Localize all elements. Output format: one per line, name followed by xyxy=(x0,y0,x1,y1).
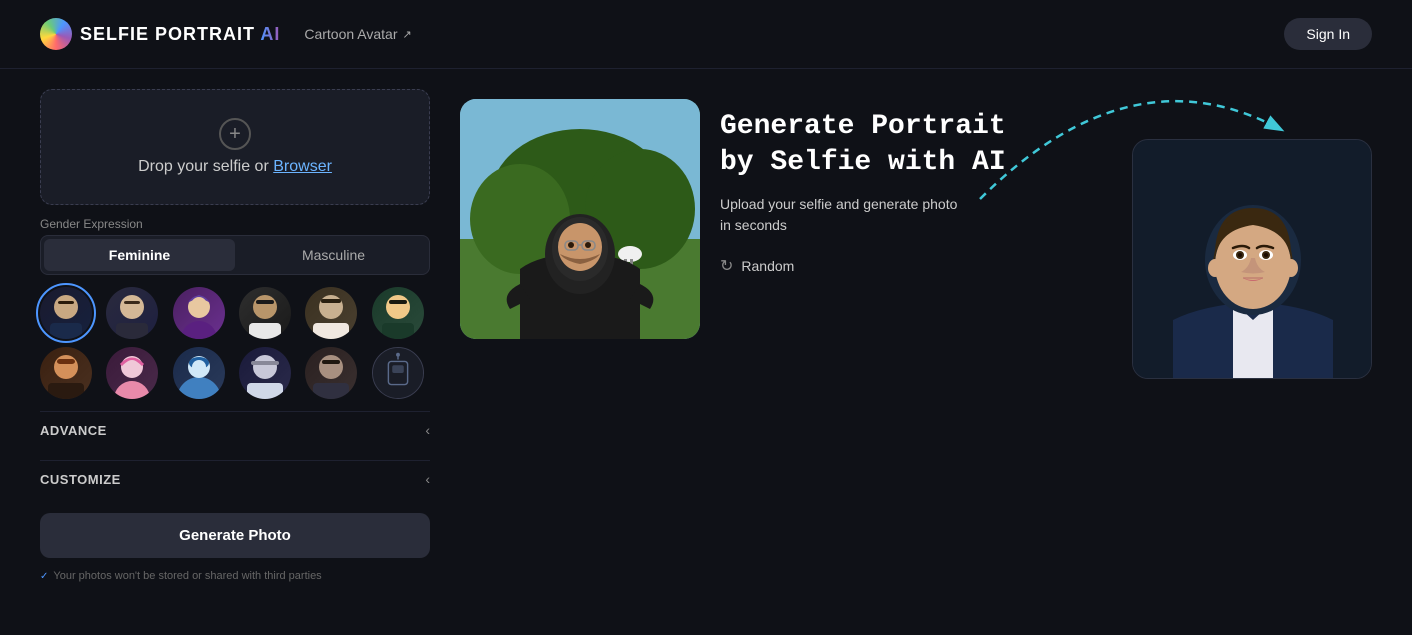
sign-in-button[interactable]: Sign In xyxy=(1284,18,1372,50)
avatar-item[interactable] xyxy=(40,287,92,339)
random-icon: ↻ xyxy=(720,256,733,276)
hero-title-text: Generate Portrait by Selfie with AI xyxy=(720,111,1006,178)
portrait-result xyxy=(1132,139,1372,379)
logo[interactable]: SELFIE PORTRAIT AI xyxy=(40,18,280,50)
plus-symbol: + xyxy=(229,123,241,146)
hero-subtitle: Upload your selfie and generate photo in… xyxy=(720,194,1112,236)
hero-title: Generate Portrait by Selfie with AI xyxy=(720,109,1112,182)
advance-section[interactable]: ADVANCE ‹ xyxy=(40,411,430,448)
avatar-item[interactable] xyxy=(106,347,158,399)
upload-text: Drop your selfie or Browser xyxy=(138,158,332,176)
main-content: + Drop your selfie or Browser Gender Exp… xyxy=(0,69,1412,635)
logo-icon xyxy=(40,18,72,50)
logo-portrait: PORTRAIT xyxy=(149,24,260,44)
privacy-note: ✓ Your photos won't be stored or shared … xyxy=(40,570,430,582)
left-panel: + Drop your selfie or Browser Gender Exp… xyxy=(40,89,430,615)
masculine-button[interactable]: Masculine xyxy=(238,236,429,274)
customize-section[interactable]: CUSTOMIZE ‹ xyxy=(40,460,430,497)
avatar-item[interactable] xyxy=(106,287,158,339)
hero-section: Generate Portrait by Selfie with AI Uplo… xyxy=(720,89,1112,296)
privacy-text: Your photos won't be stored or shared wi… xyxy=(53,570,321,582)
customize-label: CUSTOMIZE xyxy=(40,472,121,487)
gender-section: Gender Expression Feminine Masculine xyxy=(40,217,430,275)
selfie-photo xyxy=(460,99,700,339)
center-right: Generate Portrait by Selfie with AI Uplo… xyxy=(460,89,1372,615)
logo-text: SELFIE PORTRAIT AI xyxy=(80,24,280,45)
avatar-item[interactable] xyxy=(239,287,291,339)
logo-selfie: SELFIE xyxy=(80,24,149,44)
gender-toggle: Feminine Masculine xyxy=(40,235,430,275)
random-label: Random xyxy=(741,258,794,274)
header-left: SELFIE PORTRAIT AI Cartoon Avatar ↗ xyxy=(40,18,412,50)
avatar-item[interactable] xyxy=(305,347,357,399)
hero-subtitle-text: Upload your selfie and generate photo in… xyxy=(720,196,957,233)
privacy-icon: ✓ xyxy=(40,571,48,582)
cartoon-avatar-link[interactable]: Cartoon Avatar ↗ xyxy=(304,26,411,42)
gender-label: Gender Expression xyxy=(40,217,430,231)
customize-chevron: ‹ xyxy=(425,471,430,487)
upload-plus-icon: + xyxy=(219,118,251,150)
avatar-item[interactable] xyxy=(40,347,92,399)
avatar-item[interactable] xyxy=(372,287,424,339)
upload-zone[interactable]: + Drop your selfie or Browser xyxy=(40,89,430,205)
feminine-button[interactable]: Feminine xyxy=(44,239,235,271)
avatar-item[interactable] xyxy=(173,347,225,399)
upload-label: Drop your selfie or xyxy=(138,158,273,175)
nav-cartoon-label: Cartoon Avatar xyxy=(304,26,397,42)
browser-link[interactable]: Browser xyxy=(273,158,332,175)
avatar-item[interactable] xyxy=(173,287,225,339)
random-button[interactable]: ↻ Random xyxy=(720,256,794,276)
generate-button[interactable]: Generate Photo xyxy=(40,513,430,558)
external-link-icon: ↗ xyxy=(403,28,412,41)
header: SELFIE PORTRAIT AI Cartoon Avatar ↗ Sign… xyxy=(0,0,1412,69)
advance-label: ADVANCE xyxy=(40,423,107,438)
avatar-grid xyxy=(40,287,430,399)
advance-chevron: ‹ xyxy=(425,422,430,438)
avatar-item[interactable] xyxy=(305,287,357,339)
avatar-3d-item[interactable] xyxy=(372,347,424,399)
logo-ai: AI xyxy=(260,24,280,44)
avatar-item[interactable] xyxy=(239,347,291,399)
